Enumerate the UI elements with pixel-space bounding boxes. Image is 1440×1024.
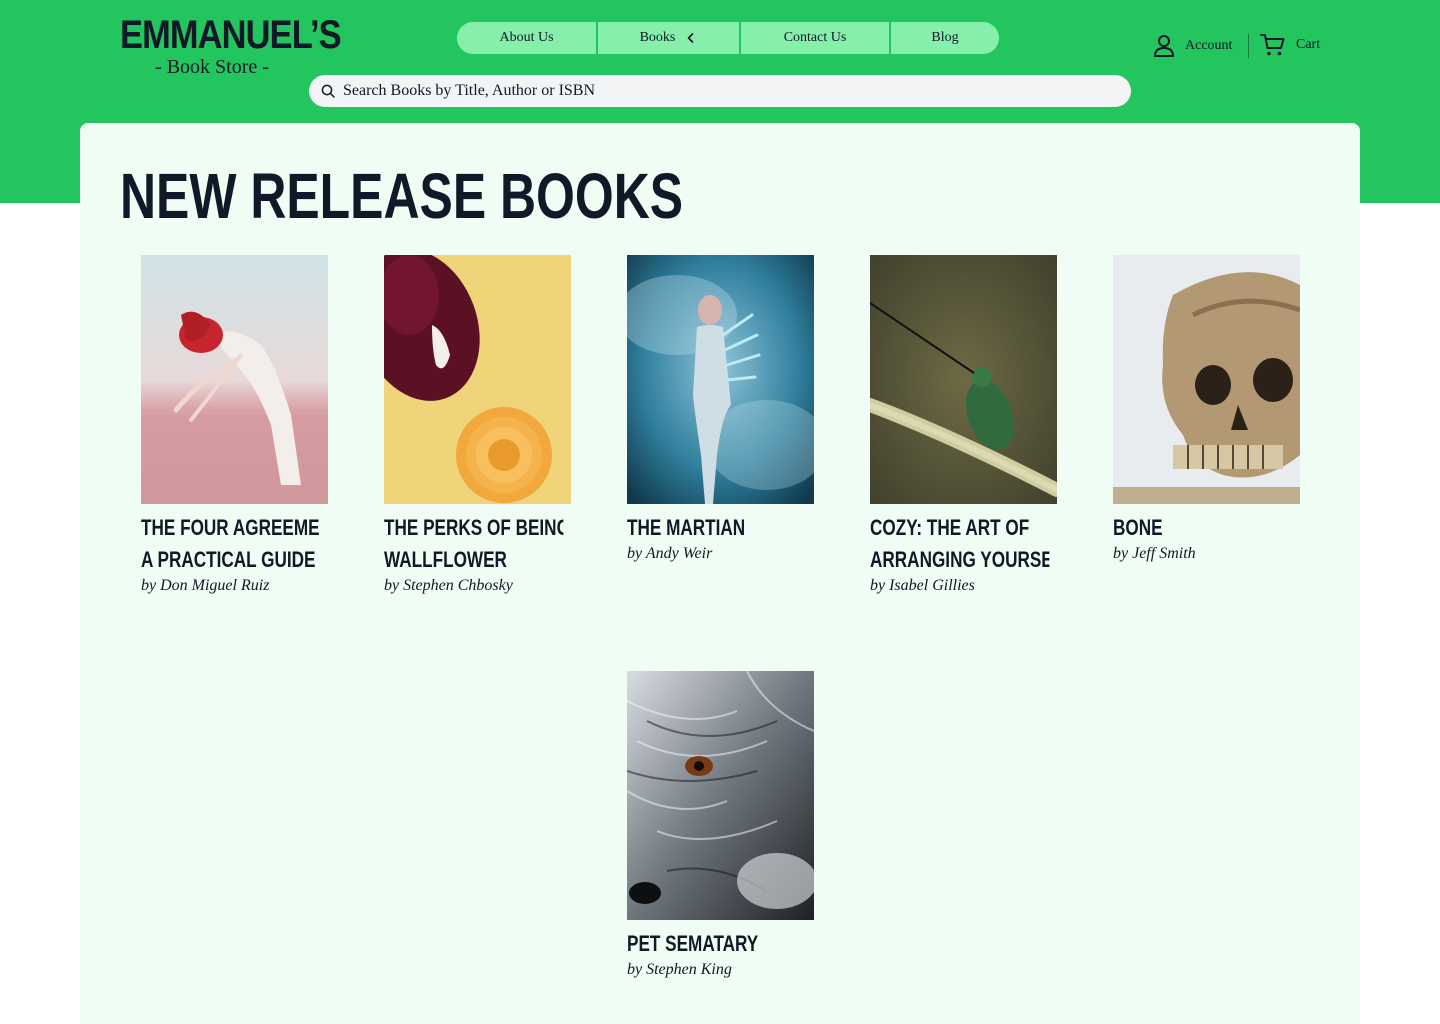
chevron-left-icon [688, 33, 694, 43]
logo-title: EMMANUEL’S [120, 13, 342, 57]
book-cover-image[interactable] [627, 255, 814, 504]
book-title[interactable]: PET SEMATARY [627, 928, 806, 960]
cart-label: Cart [1296, 37, 1321, 52]
book-title-line: THE MARTIAN [627, 515, 746, 540]
nav-about-us[interactable]: About Us [457, 22, 596, 54]
book-card[interactable]: THE FOUR AGREEMENTS: A PRACTICAL GUIDE T… [141, 255, 328, 596]
book-cover-image[interactable] [141, 255, 328, 504]
book-title[interactable]: THE PERKS OF BEING A WALLFLOWER [384, 512, 563, 576]
book-title-line: A PRACTICAL GUIDE TO… [141, 547, 320, 572]
logo-tagline: - Book Store - [155, 56, 269, 78]
book-card[interactable]: THE PERKS OF BEING A WALLFLOWER by Steph… [384, 255, 571, 596]
book-title-line: ARRANGING YOURSELF … [870, 547, 1049, 572]
book-title[interactable]: THE FOUR AGREEMENTS: A PRACTICAL GUIDE T… [141, 512, 320, 576]
section-title: NEW RELEASE BOOKS [120, 160, 684, 232]
cart-icon [1260, 34, 1285, 56]
book-title-line: WALLFLOWER [384, 547, 507, 572]
nav-books-label: Books [639, 30, 676, 45]
book-title-line: BONE [1113, 515, 1163, 540]
user-icon [1154, 35, 1174, 57]
book-title[interactable]: BONE [1113, 512, 1292, 544]
book-cover-image[interactable] [384, 255, 571, 504]
book-title-line: THE FOUR AGREEMENTS: [141, 515, 320, 540]
book-card[interactable]: BONE by Jeff Smith [1113, 255, 1300, 564]
search-icon[interactable] [321, 84, 335, 98]
search-bar [309, 75, 1131, 107]
nav-contact-label: Contact Us [783, 30, 847, 45]
main-nav: About Us Books Contact Us Blog [457, 22, 999, 54]
header-divider [1248, 34, 1249, 58]
book-card[interactable]: COZY: THE ART OF ARRANGING YOURSELF … by… [870, 255, 1057, 596]
nav-books-dropdown[interactable]: Books [598, 22, 739, 54]
book-title-line: THE PERKS OF BEING A [384, 515, 563, 540]
nav-about-label: About Us [499, 30, 554, 45]
book-author: by Stephen Chbosky [384, 577, 513, 594]
book-title[interactable]: COZY: THE ART OF ARRANGING YOURSELF … [870, 512, 1049, 576]
store-logo[interactable]: EMMANUEL’S - Book Store - [120, 13, 342, 78]
search-input[interactable] [343, 82, 1103, 100]
book-author: by Stephen King [627, 961, 732, 978]
book-author: by Don Miguel Ruiz [141, 577, 270, 594]
book-cover-image[interactable] [1113, 255, 1300, 504]
book-card[interactable]: PET SEMATARY by Stephen King [627, 671, 814, 980]
book-title-line: PET SEMATARY [627, 931, 759, 956]
book-author: by Jeff Smith [1113, 545, 1196, 562]
book-cover-image[interactable] [627, 671, 814, 920]
nav-contact-us[interactable]: Contact Us [741, 22, 889, 54]
book-author: by Andy Weir [627, 545, 713, 562]
book-card[interactable]: THE MARTIAN by Andy Weir [627, 255, 814, 564]
nav-blog[interactable]: Blog [891, 22, 999, 54]
nav-blog-label: Blog [931, 30, 959, 45]
cart-link[interactable]: Cart [1260, 33, 1320, 57]
account-label: Account [1185, 38, 1233, 53]
account-link[interactable]: Account [1153, 34, 1232, 58]
book-title[interactable]: THE MARTIAN [627, 512, 806, 544]
book-author: by Isabel Gillies [870, 577, 975, 594]
book-title-line: COZY: THE ART OF [870, 515, 1030, 540]
book-cover-image[interactable] [870, 255, 1057, 504]
